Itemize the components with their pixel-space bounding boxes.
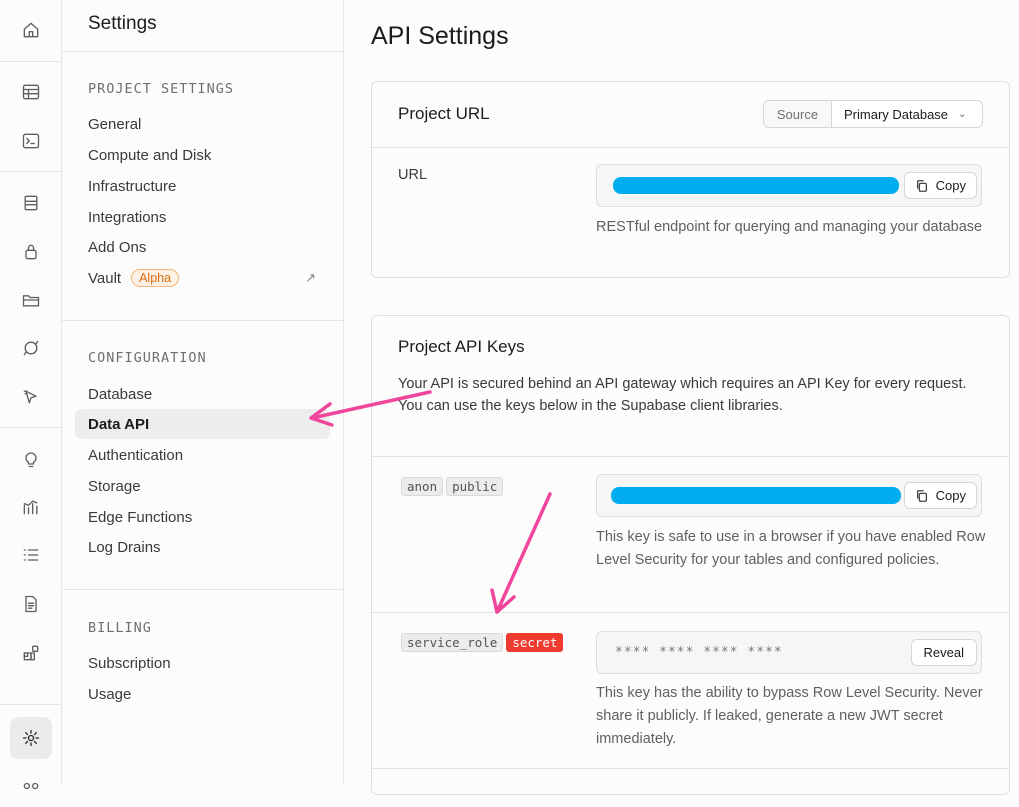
copy-icon — [916, 489, 927, 502]
source-selector[interactable]: Source Primary Database ⌄ — [763, 100, 983, 128]
rail-divider — [0, 427, 61, 428]
settings-sidebar: Settings PROJECT SETTINGS General Comput… — [62, 0, 344, 785]
card-title: Project API Keys — [398, 337, 525, 356]
api-keys-card: Project API Keys Your API is secured beh… — [371, 315, 1010, 795]
url-label: URL — [398, 167, 428, 183]
main-content: API Settings Project URL Source Primary … — [344, 0, 1019, 795]
sidebar-item-usage[interactable]: Usage — [75, 679, 330, 709]
auth-lock-icon[interactable] — [10, 231, 52, 273]
secret-tag: secret — [506, 633, 564, 652]
service-role-key-tags: service_role secret — [401, 633, 566, 652]
icon-rail — [0, 0, 62, 790]
sidebar-divider — [62, 51, 343, 52]
sidebar-item-storage[interactable]: Storage — [75, 471, 330, 501]
source-value: Primary Database — [844, 106, 949, 122]
api-keys-description: Your API is secured behind an API gatewa… — [398, 373, 988, 417]
project-url-card: Project URL Source Primary Database ⌄ UR… — [371, 81, 1010, 278]
advisors-bulb-icon[interactable] — [10, 438, 52, 480]
source-label: Source — [764, 101, 832, 127]
chevron-down-icon: ⌄ — [958, 108, 967, 120]
sidebar-item-integrations[interactable]: Integrations — [75, 202, 330, 232]
copy-label: Copy — [935, 178, 966, 193]
redacted-url — [613, 177, 899, 194]
card-title: Project URL — [398, 104, 490, 123]
database-icon[interactable] — [10, 182, 52, 224]
service-role-key-field[interactable]: **** **** **** **** Reveal — [596, 631, 982, 674]
page-title: API Settings — [371, 22, 509, 50]
masked-key: **** **** **** **** — [615, 645, 783, 660]
sidebar-item-authentication[interactable]: Authentication — [75, 440, 330, 470]
card-divider — [372, 456, 1009, 457]
service-role-help-text: This key has the ability to bypass Row L… — [596, 685, 983, 747]
table-editor-icon[interactable] — [10, 71, 52, 113]
section-configuration: CONFIGURATION — [88, 350, 207, 366]
sidebar-item-add-ons[interactable]: Add Ons — [75, 232, 330, 262]
alpha-badge: Alpha — [131, 269, 180, 287]
anon-key-tags: anon public — [401, 477, 506, 496]
sidebar-divider — [62, 320, 343, 321]
sidebar-title: Settings — [88, 13, 157, 34]
section-billing: BILLING — [88, 620, 152, 636]
description-line: Your API is secured behind an API gatewa… — [398, 376, 967, 392]
logs-list-icon[interactable] — [10, 534, 52, 576]
home-icon[interactable] — [10, 9, 52, 51]
sidebar-item-database[interactable]: Database — [75, 379, 330, 409]
card-divider — [372, 147, 1009, 148]
more-icon[interactable] — [10, 765, 52, 807]
copy-icon — [916, 179, 927, 192]
sidebar-item-subscription[interactable]: Subscription — [75, 648, 330, 678]
reveal-button[interactable]: Reveal — [910, 639, 977, 666]
anon-key-help-text: This key is safe to use in a browser if … — [596, 529, 986, 568]
card-divider — [372, 768, 1009, 769]
rail-divider — [0, 61, 61, 62]
anon-key-field[interactable]: Copy — [596, 474, 982, 517]
copy-anon-key-button[interactable]: Copy — [903, 482, 977, 509]
reports-icon[interactable] — [10, 486, 52, 528]
sidebar-item-label: Vault — [88, 269, 122, 287]
sidebar-item-log-drains[interactable]: Log Drains — [75, 532, 330, 562]
realtime-icon[interactable] — [10, 327, 52, 369]
copy-url-button[interactable]: Copy — [903, 172, 977, 199]
sidebar-item-vault[interactable]: Vault Alpha ↗ — [75, 263, 330, 293]
docs-file-icon[interactable] — [10, 583, 52, 625]
sidebar-item-edge-functions[interactable]: Edge Functions — [75, 502, 330, 532]
storage-folder-icon[interactable] — [10, 279, 52, 321]
sql-editor-icon[interactable] — [10, 120, 52, 162]
sidebar-divider — [62, 589, 343, 590]
card-divider — [372, 612, 1009, 613]
anon-tag: anon — [401, 477, 444, 496]
rail-divider — [0, 704, 61, 705]
settings-gear-icon[interactable] — [10, 717, 52, 759]
external-link-icon: ↗ — [305, 270, 316, 285]
copy-label: Copy — [935, 488, 966, 503]
service-role-tag: service_role — [401, 633, 504, 652]
sidebar-item-infrastructure[interactable]: Infrastructure — [75, 171, 330, 201]
description-line: You can use the keys below in the Supaba… — [398, 398, 783, 414]
url-field[interactable]: Copy — [596, 164, 982, 207]
edge-functions-icon[interactable] — [10, 376, 52, 418]
rail-divider — [0, 171, 61, 172]
sidebar-item-general[interactable]: General — [75, 109, 330, 139]
redacted-anon-key — [611, 487, 901, 504]
section-project-settings: PROJECT SETTINGS — [88, 81, 235, 97]
sidebar-item-compute-and-disk[interactable]: Compute and Disk — [75, 140, 330, 170]
source-dropdown[interactable]: Primary Database ⌄ — [832, 101, 982, 127]
public-tag: public — [446, 477, 504, 496]
integrations-blocks-icon[interactable] — [10, 632, 52, 674]
url-help-text: RESTful endpoint for querying and managi… — [596, 219, 983, 235]
sidebar-item-data-api[interactable]: Data API — [75, 409, 330, 439]
